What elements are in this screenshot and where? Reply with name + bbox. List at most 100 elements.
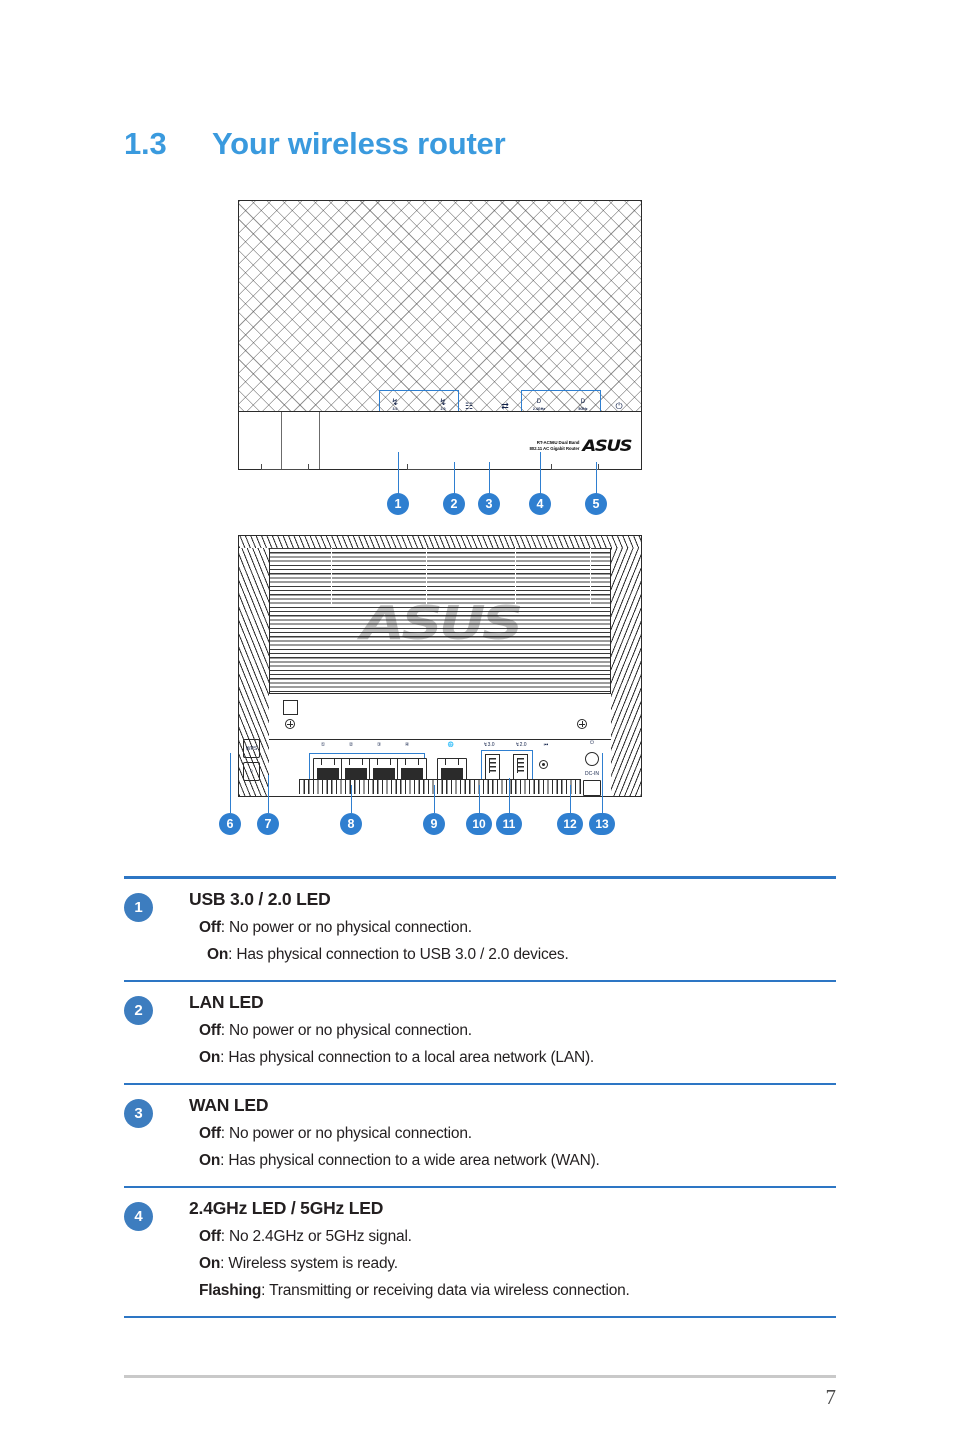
- callout-leader-8: [351, 785, 352, 813]
- state-key: On: [199, 1152, 221, 1169]
- model-line-1: RT-AC56U Dual Band: [536, 440, 580, 446]
- state-text: : Has physical connection to a wide area…: [220, 1152, 600, 1169]
- router-foot: [261, 464, 309, 470]
- lan-port-label: ②: [348, 742, 354, 748]
- item-state-line: Off: No power or no physical connection.: [199, 914, 569, 941]
- led-description-list: 1 USB 3.0 / 2.0 LED Off: No power or no …: [124, 876, 836, 1318]
- asus-vent-logo: ASUS: [360, 596, 523, 651]
- callout-badge-11: 11: [496, 813, 522, 835]
- state-text: : No power or no physical connection.: [220, 919, 472, 936]
- list-item: 2 LAN LED Off: No power or no physical c…: [124, 982, 836, 1083]
- callout-leader-11: [509, 778, 510, 813]
- router-top-view: ↯ 3.0 ↯ 2.0 ☷ ⇄ ᴰ 2.4GHz ᴰ 5GHz ⏻ RT-AC5…: [238, 200, 642, 470]
- screw-icon: [285, 719, 295, 729]
- state-text: : Wireless system is ready.: [220, 1255, 398, 1272]
- router-foot: [407, 464, 455, 470]
- callout-badge-7: 7: [257, 813, 279, 835]
- wifi-24ghz-icon: ᴰ 2.4GHz: [532, 396, 546, 411]
- callout-leader-10: [479, 785, 480, 813]
- lan-port-label: ①: [320, 742, 326, 748]
- callout-badge-1: 1: [387, 493, 409, 515]
- reset-button-label: ⏮: [543, 742, 549, 748]
- item-badge: 4: [124, 1202, 153, 1231]
- callout-badge-8: 8: [340, 813, 362, 835]
- usb-2-0-port[interactable]: [513, 754, 528, 782]
- section-title: Your wireless router: [212, 126, 506, 161]
- item-state-line: On: Has physical connection to a local a…: [199, 1044, 594, 1071]
- callout-badge-2: 2: [443, 493, 465, 515]
- callout-leader-5: [596, 462, 597, 494]
- callout-badge-13: 13: [589, 813, 615, 835]
- callout-leader-13: [602, 753, 603, 813]
- router-rear-view: ASUS ① ② ③ ④ 🌐 ↯3.0 ↯2.0 ⏮ ⏻ DC-IN WPS ᴰ: [238, 535, 642, 797]
- item-state-line: On: Wireless system is ready.: [199, 1250, 630, 1277]
- callout-badge-5: 5: [585, 493, 607, 515]
- power-button-label: ⏻: [590, 740, 594, 746]
- dc-in-port[interactable]: [583, 780, 601, 796]
- power-button[interactable]: [585, 752, 599, 766]
- rear-label-patch: [283, 700, 298, 715]
- section-number: 1.3: [124, 126, 167, 161]
- bezel-seam: [319, 412, 320, 469]
- state-key: On: [199, 1049, 221, 1066]
- callout-leader-3: [489, 462, 490, 494]
- item-badge: 2: [124, 996, 153, 1025]
- item-badge: 1: [124, 893, 153, 922]
- lan-port-label: ③: [376, 742, 382, 748]
- rear-right-vent: [611, 548, 641, 796]
- router-foot: [551, 464, 599, 470]
- item-title: WAN LED: [189, 1095, 269, 1115]
- divider: [124, 1316, 836, 1318]
- state-text: : No power or no physical connection.: [220, 1125, 472, 1142]
- wifi-5ghz-icon: ᴰ 5GHz: [578, 396, 588, 411]
- item-title: USB 3.0 / 2.0 LED: [189, 889, 331, 909]
- wps-button[interactable]: WPS: [243, 739, 260, 758]
- callout-leader-4: [540, 452, 541, 494]
- top-view-front-bezel: RT-AC56U Dual Band 802.11 AC Gigabit Rou…: [239, 411, 641, 470]
- callout-badge-9: 9: [423, 813, 445, 835]
- list-item: 3 WAN LED Off: No power or no physical c…: [124, 1085, 836, 1186]
- wan-icon: ⇄: [501, 401, 509, 411]
- state-text: : No power or no physical connection.: [220, 1022, 472, 1039]
- state-key: Flashing: [199, 1282, 262, 1299]
- list-item: 4 2.4GHz LED / 5GHz LED Off: No 2.4GHz o…: [124, 1188, 836, 1316]
- usb-3-0-port[interactable]: [485, 754, 500, 782]
- callout-badge-12: 12: [557, 813, 583, 835]
- item-state-line: Off: No power or no physical connection.: [199, 1120, 600, 1147]
- callout-leader-12: [570, 785, 571, 813]
- callout-badge-6: 6: [219, 813, 241, 835]
- usb-2-icon: ↯ 2.0: [439, 396, 447, 411]
- callout-badge-3: 3: [478, 493, 500, 515]
- callout-badge-10: 10: [466, 813, 492, 835]
- item-state-line: Off: No 2.4GHz or 5GHz signal.: [199, 1223, 630, 1250]
- model-line-2: 802.11 AC Gigabit Router: [529, 445, 580, 451]
- reset-button[interactable]: [539, 760, 548, 769]
- callout-badge-4: 4: [529, 493, 551, 515]
- state-text: : Transmitting or receiving data via wir…: [261, 1282, 630, 1299]
- item-title: LAN LED: [189, 992, 264, 1012]
- bezel-seam: [281, 412, 282, 469]
- callout-leader-9: [434, 785, 435, 813]
- state-text: : No 2.4GHz or 5GHz signal.: [220, 1228, 412, 1245]
- page-title: 1.3 Your wireless router: [124, 126, 506, 162]
- rear-port-row: ① ② ③ ④ 🌐 ↯3.0 ↯2.0 ⏮ ⏻ DC-IN: [269, 738, 611, 796]
- state-key: On: [199, 1255, 221, 1272]
- callout-leader-6: [230, 753, 231, 813]
- top-led-strip: ↯ 3.0 ↯ 2.0 ☷ ⇄ ᴰ 2.4GHz ᴰ 5GHz ⏻: [239, 386, 641, 413]
- page-number: 7: [825, 1385, 837, 1409]
- power-icon: ⏻: [615, 401, 623, 411]
- screw-icon: [577, 719, 587, 729]
- usb-3-icon: ↯ 3.0: [391, 396, 399, 411]
- lan-port-label: ④: [404, 742, 410, 748]
- callout-leader-1: [398, 452, 399, 494]
- wifi-toggle-button[interactable]: ᴰ: [243, 762, 260, 781]
- item-title: 2.4GHz LED / 5GHz LED: [189, 1198, 384, 1218]
- rear-grille: ASUS: [269, 548, 611, 693]
- state-key: Off: [199, 1022, 221, 1039]
- callout-leader-2: [454, 462, 455, 494]
- rear-mid-band: [269, 693, 611, 740]
- asus-logo: ASUS: [582, 436, 633, 455]
- callout-leader-7: [268, 775, 269, 813]
- usb30-port-label: ↯3.0: [483, 742, 495, 748]
- state-key: Off: [199, 1228, 221, 1245]
